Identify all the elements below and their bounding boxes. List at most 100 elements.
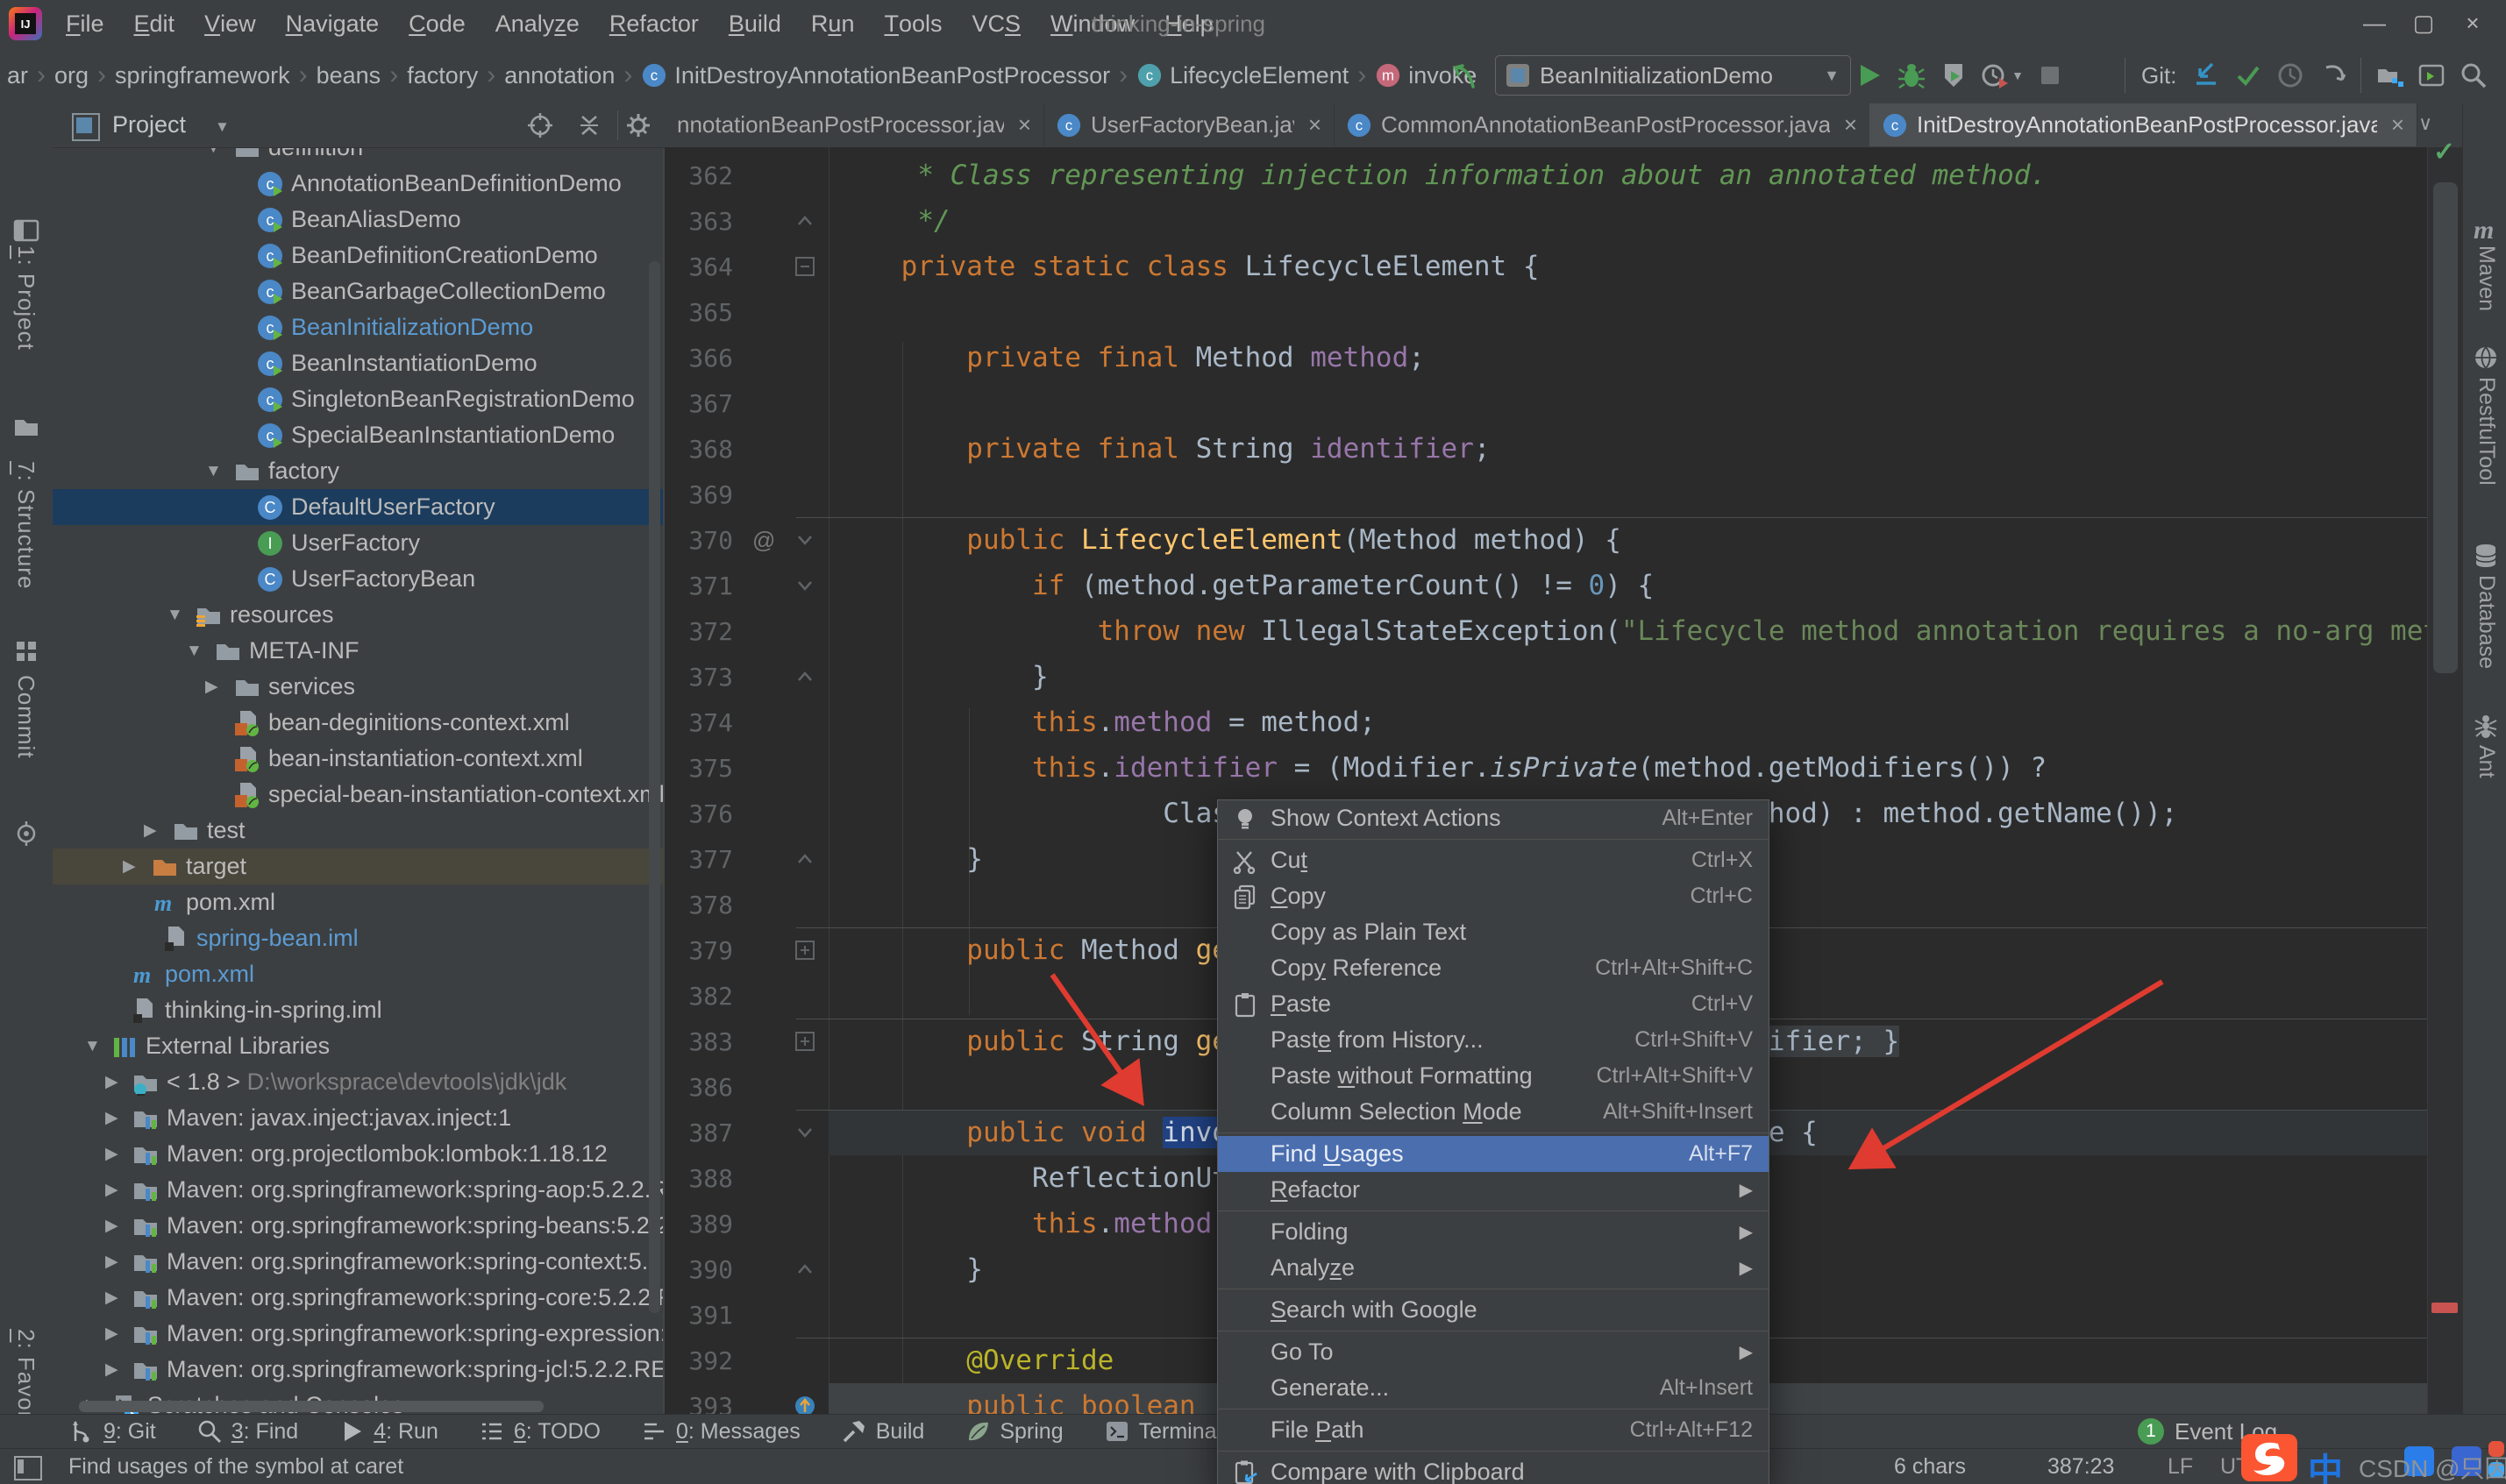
- breadcrumb-item[interactable]: cInitDestroyAnnotationBeanPostProcessor: [641, 62, 1110, 89]
- tree-expanded-icon[interactable]: ▼: [84, 1037, 101, 1056]
- tool-button-7-structure[interactable]: 7: Structure: [12, 461, 39, 623]
- tab-userfactorybean-java[interactable]: cUserFactoryBean.java×: [1043, 103, 1335, 146]
- code-line[interactable]: 362 * Class representing injection infor…: [665, 153, 2427, 198]
- tree-item[interactable]: ▶Maven: javax.inject:javax.inject:1: [53, 1100, 665, 1136]
- editor-error-stripe[interactable]: ✓: [2427, 147, 2463, 1414]
- commit-ball[interactable]: [11, 819, 41, 852]
- code-line[interactable]: 373 }: [665, 654, 2427, 699]
- tree-item[interactable]: special-bean-instantiation-context.xml: [53, 777, 665, 813]
- menu-refactor[interactable]: Refactor: [594, 0, 714, 48]
- project-structure-button[interactable]: [2368, 54, 2410, 96]
- tree-item[interactable]: cSingletonBeanRegistrationDemo: [53, 381, 665, 417]
- tree-item[interactable]: ▼definition: [53, 147, 665, 166]
- context-menu-copy-reference[interactable]: Copy ReferenceCtrl+Alt+Shift+C: [1218, 950, 1769, 986]
- menu-tools[interactable]: Tools: [869, 0, 957, 48]
- menu-vcs[interactable]: VCS: [958, 0, 1036, 48]
- fold-marker-icon[interactable]: [787, 563, 822, 608]
- tool-button-commit[interactable]: Commit: [12, 675, 39, 806]
- ant[interactable]: [2470, 710, 2502, 744]
- tree-item[interactable]: cBeanInstantiationDemo: [53, 345, 665, 381]
- context-menu-search-with-google[interactable]: Search with Google: [1218, 1292, 1769, 1328]
- context-menu-folding[interactable]: Folding▶: [1218, 1214, 1769, 1250]
- code-line[interactable]: 371 if (method.getParameterCount() != 0)…: [665, 563, 2427, 608]
- toolwindow-build[interactable]: Build: [841, 1418, 925, 1445]
- toolwindow-9-git[interactable]: 9: Git: [68, 1418, 156, 1445]
- code-line[interactable]: 369: [665, 472, 2427, 517]
- tree-collapsed-icon[interactable]: ▶: [105, 1072, 118, 1092]
- tool-window-toggle-icon[interactable]: [14, 1456, 42, 1480]
- tree-item[interactable]: ▶Maven: org.springframework:spring-expre…: [53, 1316, 665, 1352]
- breadcrumb-item[interactable]: factory: [407, 62, 478, 89]
- tree-item[interactable]: ▶target: [53, 849, 665, 884]
- menu-edit[interactable]: Edit: [119, 0, 190, 48]
- fold-marker-icon[interactable]: [787, 198, 822, 244]
- tree-expanded-icon[interactable]: ▼: [167, 606, 183, 625]
- tree-collapsed-icon[interactable]: ▶: [105, 1324, 118, 1344]
- tree-item[interactable]: ▶< 1.8 > D:\worksprace\devtools\jdk\jdk: [53, 1064, 665, 1100]
- tree-item[interactable]: cBeanDefinitionCreationDemo: [53, 238, 665, 273]
- tab-initdestroyannotationbeanpostprocessor-java[interactable]: cInitDestroyAnnotationBeanPostProcessor.…: [1869, 103, 2417, 146]
- code-line[interactable]: 366 private final Method method;: [665, 335, 2427, 380]
- globe[interactable]: [2470, 342, 2502, 376]
- toolwindow-terminal[interactable]: Terminal: [1104, 1418, 1221, 1445]
- context-menu-copy-as-plain-text[interactable]: Copy as Plain Text: [1218, 914, 1769, 950]
- tree-item[interactable]: bean-instantiation-context.xml: [53, 741, 665, 777]
- context-menu-file-path[interactable]: File PathCtrl+Alt+F12: [1218, 1412, 1769, 1448]
- code-line[interactable]: 364 private static class LifecycleElemen…: [665, 244, 2427, 289]
- tree-item[interactable]: thinking-in-spring.iml: [53, 992, 665, 1028]
- code-line[interactable]: 370@ public LifecycleElement(Method meth…: [665, 517, 2427, 563]
- code-line[interactable]: 367: [665, 380, 2427, 426]
- toolwindow-4-run[interactable]: 4: Run: [338, 1418, 438, 1445]
- tree-collapsed-icon[interactable]: ▶: [105, 1180, 118, 1200]
- tree-collapsed-icon[interactable]: ▶: [105, 1108, 118, 1128]
- caret-position[interactable]: 387:23: [2047, 1449, 2114, 1484]
- project-panel-title[interactable]: Project: [112, 111, 186, 138]
- tree-collapsed-icon[interactable]: ▶: [144, 820, 157, 841]
- context-menu-show-context-actions[interactable]: Show Context ActionsAlt+Enter: [1218, 800, 1769, 836]
- tab-commonannotationbeanpostprocessor-java[interactable]: cCommonAnnotationBeanPostProcessor.java×: [1334, 103, 1870, 146]
- line-ending[interactable]: LF: [2168, 1449, 2193, 1484]
- tree-expanded-icon[interactable]: ▼: [205, 462, 222, 481]
- code-line[interactable]: 363 */: [665, 198, 2427, 244]
- fold-marker-icon[interactable]: [787, 927, 822, 973]
- tree-item[interactable]: ▶test: [53, 813, 665, 849]
- search-everywhere-button[interactable]: [2453, 54, 2495, 96]
- context-menu-paste-without-formatting[interactable]: Paste without FormattingCtrl+Alt+Shift+V: [1218, 1058, 1769, 1094]
- fold-marker-icon[interactable]: [787, 654, 822, 699]
- database[interactable]: [2470, 540, 2502, 574]
- fold-marker-icon[interactable]: [787, 1019, 822, 1064]
- inspections-ok-icon[interactable]: ✓: [2433, 137, 2455, 167]
- tree-collapsed-icon[interactable]: ▶: [105, 1252, 118, 1272]
- tree-expanded-icon[interactable]: ▼: [186, 642, 203, 661]
- code-line[interactable]: 375 this.identifier = (Modifier.isPrivat…: [665, 745, 2427, 791]
- tab-close-icon[interactable]: ×: [1018, 111, 1031, 138]
- tree-item[interactable]: ▶Maven: org.projectlombok:lombok:1.18.12: [53, 1136, 665, 1172]
- fold-marker-icon[interactable]: [787, 1383, 822, 1414]
- maximize-button[interactable]: ▢: [2399, 5, 2448, 40]
- context-menu-cut[interactable]: CutCtrl+X: [1218, 842, 1769, 878]
- code-line[interactable]: 365: [665, 289, 2427, 335]
- code-line[interactable]: 372 throw new IllegalStateException("Lif…: [665, 608, 2427, 654]
- tool-button-ant[interactable]: Ant: [2474, 745, 2499, 806]
- profiler-button[interactable]: ▼: [1975, 54, 2029, 96]
- breadcrumb-item[interactable]: ar: [7, 62, 28, 89]
- debug-button[interactable]: [1890, 54, 1933, 96]
- context-menu-refactor[interactable]: Refactor▶: [1218, 1172, 1769, 1208]
- tree-item[interactable]: cBeanAliasDemo: [53, 202, 665, 238]
- git-commit-button[interactable]: [2227, 54, 2269, 96]
- tree-collapsed-icon[interactable]: ▶: [105, 1288, 118, 1308]
- toolwindow-spring[interactable]: Spring: [965, 1418, 1063, 1445]
- minimize-button[interactable]: —: [2350, 5, 2399, 40]
- tree-collapsed-icon[interactable]: ▶: [105, 1360, 118, 1380]
- context-menu-copy[interactable]: CopyCtrl+C: [1218, 878, 1769, 914]
- context-menu-paste[interactable]: PasteCtrl+V: [1218, 986, 1769, 1022]
- tree-item[interactable]: ▶Maven: org.springframework:spring-conte…: [53, 1244, 665, 1280]
- jump-to-source-icon[interactable]: [1449, 60, 1480, 92]
- tree-item[interactable]: ▶Maven: org.springframework:spring-jcl:5…: [53, 1352, 665, 1388]
- tree-item[interactable]: CUserFactoryBean: [53, 561, 665, 597]
- collapse-all-button[interactable]: [575, 111, 603, 144]
- breadcrumb-item[interactable]: beans: [317, 62, 381, 89]
- maven-logo[interactable]: m: [2470, 214, 2502, 250]
- context-menu-column-selection-mode[interactable]: Column Selection ModeAlt+Shift+Insert: [1218, 1094, 1769, 1130]
- close-button[interactable]: ×: [2448, 5, 2497, 40]
